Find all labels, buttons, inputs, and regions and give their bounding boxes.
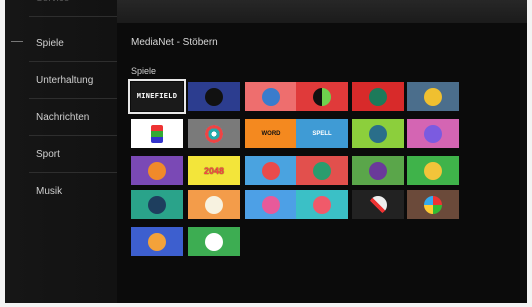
game-logo-icon	[369, 87, 387, 106]
game-tile[interactable]	[407, 156, 459, 185]
game-tile[interactable]	[131, 156, 183, 185]
sidebar-item-label: Unterhaltung	[36, 75, 94, 86]
tile-title: WORD	[261, 130, 281, 137]
game-tile[interactable]: SPELL	[296, 119, 348, 148]
game-tile[interactable]: WORD	[245, 119, 297, 148]
selection-indicator	[11, 41, 23, 42]
game-logo-icon	[148, 232, 166, 251]
game-tile[interactable]	[407, 82, 459, 111]
game-tile[interactable]	[188, 119, 240, 148]
sidebar-item-spiele[interactable]: Spiele	[29, 25, 117, 62]
game-tile[interactable]	[131, 190, 183, 219]
game-logo-icon	[205, 232, 223, 251]
game-tile[interactable]	[188, 227, 240, 256]
sidebar-item-label: Service	[36, 0, 69, 17]
target-icon	[205, 124, 223, 143]
game-tile[interactable]	[245, 190, 297, 219]
sidebar-item-nachrichten[interactable]: Nachrichten	[29, 99, 117, 136]
sidebar-item-unterhaltung[interactable]: Unterhaltung	[29, 62, 117, 99]
tools-icon	[369, 195, 387, 214]
tv-screen: Service Spiele Unterhaltung Nachrichten …	[5, 0, 527, 303]
moon-icon	[313, 87, 331, 106]
game-logo-icon	[369, 161, 387, 180]
game-tile[interactable]	[188, 190, 240, 219]
colors-icon	[424, 195, 442, 214]
game-tile[interactable]	[188, 82, 240, 111]
game-logo-icon	[262, 87, 280, 106]
game-tile[interactable]	[245, 82, 297, 111]
tile-title: SPELL	[312, 130, 332, 137]
page-title: MediaNet - Stöbern	[131, 37, 218, 48]
game-logo-icon	[262, 161, 280, 180]
game-tile[interactable]	[296, 156, 348, 185]
game-tile[interactable]	[296, 190, 348, 219]
game-tile[interactable]	[296, 82, 348, 111]
tile-title: 2048	[203, 165, 225, 176]
sidebar-item-label: Spiele	[36, 38, 64, 49]
game-logo-icon	[262, 195, 280, 214]
game-logo-icon	[148, 195, 166, 214]
game-tile[interactable]: 2048	[188, 156, 240, 185]
top-band	[117, 0, 527, 23]
game-logo-icon	[424, 161, 442, 180]
sidebar-item-sport[interactable]: Sport	[29, 136, 117, 173]
game-tile[interactable]	[352, 119, 404, 148]
divider	[29, 16, 117, 17]
game-tile[interactable]	[131, 227, 183, 256]
game-tile[interactable]	[245, 156, 297, 185]
game-tile-minefield[interactable]: MINEFIELD	[128, 79, 186, 114]
game-tile[interactable]	[407, 190, 459, 219]
sidebar: Service Spiele Unterhaltung Nachrichten …	[5, 0, 117, 303]
game-logo-icon	[313, 161, 331, 180]
game-logo-icon	[313, 195, 331, 214]
sidebar-item-label: Sport	[36, 149, 60, 160]
tile-title: MINEFIELD	[136, 92, 178, 101]
game-logo-icon	[148, 161, 166, 180]
sidebar-item-label: Nachrichten	[36, 112, 90, 123]
section-title: Spiele	[131, 66, 157, 76]
game-tile[interactable]	[407, 119, 459, 148]
game-tile[interactable]	[352, 190, 404, 219]
game-logo-icon	[205, 195, 223, 214]
game-logo-icon	[424, 87, 442, 106]
sidebar-item-label: Musik	[36, 186, 63, 197]
game-logo-icon	[369, 124, 387, 143]
game-tile[interactable]	[131, 119, 183, 148]
game-tile[interactable]	[352, 82, 404, 111]
game-logo-icon	[424, 124, 442, 143]
puzzle-blocks-icon	[151, 124, 163, 143]
sidebar-item-musik[interactable]: Musik	[29, 173, 117, 210]
game-tile[interactable]	[352, 156, 404, 185]
space-game-icon	[205, 87, 223, 106]
